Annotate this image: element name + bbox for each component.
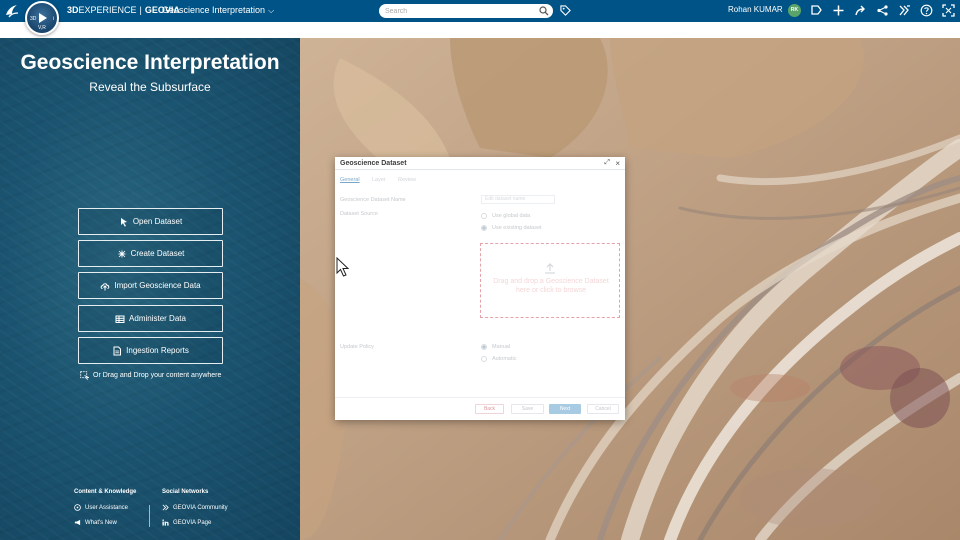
content-knowledge-heading: Content & Knowledge <box>74 489 137 495</box>
cloud-upload-icon <box>101 282 110 290</box>
upload-icon <box>545 263 555 274</box>
import-geoscience-data-button[interactable]: Import Geoscience Data <box>78 272 223 299</box>
radio-selected-icon <box>481 225 487 231</box>
fullscreen-icon[interactable] <box>942 4 955 17</box>
dialog-header: Geoscience Dataset ⤢ × <box>335 157 625 170</box>
dataset-name-label: Geoscience Dataset Name <box>340 197 406 203</box>
dialog-title: Geoscience Dataset <box>340 160 407 167</box>
geoscience-dataset-dialog: Geoscience Dataset ⤢ × General Layer Rev… <box>335 157 625 420</box>
app-title-menu[interactable]: Geoscience Interpretation ⌵ <box>162 5 274 16</box>
save-button[interactable]: Save <box>511 404 544 414</box>
welcome-panel: Geoscience Interpretation Reveal the Sub… <box>0 38 300 540</box>
3ds-logo-icon[interactable] <box>4 3 20 19</box>
top-bar: 3DEXPERIENCE | GEOVIA Geoscience Interpret… <box>0 0 960 22</box>
administer-data-button[interactable]: Administer Data <box>78 305 223 332</box>
footer-divider <box>149 505 150 527</box>
radio-selected-icon <box>481 344 487 350</box>
community-icon <box>162 504 169 511</box>
radio-icon <box>481 356 487 362</box>
sparkle-icon <box>117 249 127 258</box>
ingestion-reports-button[interactable]: Ingestion Reports <box>78 337 223 364</box>
source-option-existing[interactable]: Use existing dataset <box>481 225 542 231</box>
dataset-name-input[interactable]: Edit dataset name <box>481 195 555 204</box>
open-dataset-button[interactable]: Open Dataset <box>78 208 223 235</box>
help-icon[interactable] <box>920 4 933 17</box>
network-icon[interactable] <box>876 4 889 17</box>
tag-icon[interactable] <box>560 5 571 16</box>
help-circle-icon <box>74 504 81 511</box>
next-button[interactable]: Next <box>549 404 581 414</box>
dialog-footer: Back Save Next Cancel <box>335 397 625 420</box>
policy-option-manual[interactable]: Manual <box>481 344 510 350</box>
bookmark-icon[interactable] <box>810 4 823 17</box>
search-input[interactable] <box>385 5 535 17</box>
geovia-community-link[interactable]: GEOVIA Community <box>162 504 228 511</box>
search-box[interactable] <box>379 4 553 18</box>
dataset-drop-zone[interactable]: Drag and drop a Geoscience Dataset here … <box>480 243 620 318</box>
tab-general[interactable]: General <box>340 177 360 183</box>
geovia-page-link[interactable]: GEOVIA Page <box>162 519 211 526</box>
tab-review[interactable]: Review <box>398 177 416 183</box>
share-icon[interactable] <box>854 4 867 17</box>
play-icon <box>39 13 47 23</box>
source-option-global[interactable]: Use global data <box>481 213 530 219</box>
page-subtitle: Reveal the Subsurface <box>89 80 211 94</box>
back-button[interactable]: Back <box>475 404 504 414</box>
create-dataset-button[interactable]: Create Dataset <box>78 240 223 267</box>
tab-layer[interactable]: Layer <box>372 177 386 183</box>
social-networks-heading: Social Networks <box>162 489 209 495</box>
maximize-icon[interactable]: ⤢ <box>604 159 610 167</box>
policy-option-automatic[interactable]: Automatic <box>481 356 516 362</box>
megaphone-icon <box>74 519 81 526</box>
close-icon[interactable]: × <box>615 159 620 168</box>
drag-drop-icon <box>80 371 89 380</box>
table-icon <box>115 315 125 323</box>
search-icon[interactable] <box>539 6 549 16</box>
document-icon <box>113 346 122 355</box>
add-icon[interactable] <box>832 4 845 17</box>
avatar[interactable]: RK <box>788 4 801 17</box>
mouse-cursor-icon <box>336 257 350 277</box>
user-name[interactable]: Rohan KUMAR <box>728 5 783 14</box>
radio-icon <box>481 213 487 219</box>
compass-button[interactable]: 3D i V,R <box>25 1 59 35</box>
linkedin-icon <box>162 519 169 526</box>
open-icon <box>120 217 127 227</box>
compass-version: V,R <box>38 25 46 31</box>
update-policy-label: Update Policy <box>340 344 374 350</box>
drag-drop-hint: Or Drag and Drop your content anywhere <box>80 371 221 380</box>
user-assistance-link[interactable]: User Assistance <box>74 504 128 511</box>
drop-zone-text: Drag and drop a Geoscience Dataset here … <box>493 278 609 294</box>
whats-new-link[interactable]: What's New <box>74 519 117 526</box>
cancel-button[interactable]: Cancel <box>587 404 619 414</box>
apps-icon[interactable] <box>898 4 911 17</box>
page-title: Geoscience Interpretation <box>20 51 280 74</box>
chevron-down-icon: ⌵ <box>268 6 275 15</box>
dataset-source-label: Dataset Source <box>340 211 378 217</box>
